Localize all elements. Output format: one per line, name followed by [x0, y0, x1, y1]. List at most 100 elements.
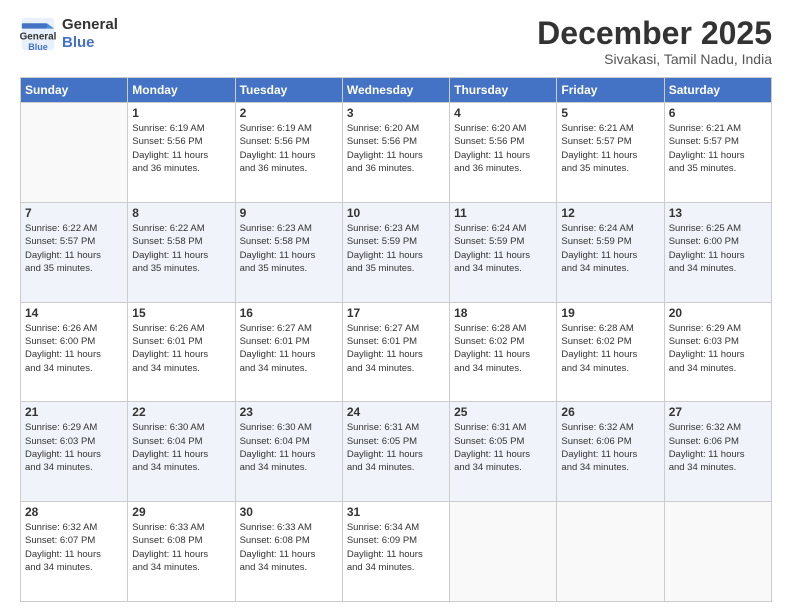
- day-info: Sunrise: 6:32 AMSunset: 6:06 PMDaylight:…: [669, 421, 767, 474]
- calendar-cell: 4Sunrise: 6:20 AMSunset: 5:56 PMDaylight…: [450, 103, 557, 203]
- day-info: Sunrise: 6:27 AMSunset: 6:01 PMDaylight:…: [347, 322, 445, 375]
- day-number: 31: [347, 505, 445, 519]
- day-number: 19: [561, 306, 659, 320]
- calendar-cell: 13 Sunrise: 6:25 AMSunset: 6:00 PMDayligh…: [664, 202, 771, 302]
- day-number: 29: [132, 505, 230, 519]
- calendar-cell: 23Sunrise: 6:30 AMSunset: 6:04 PMDayligh…: [235, 402, 342, 502]
- calendar-cell: 14 Sunrise: 6:26 AMSunset: 6:00 PMDayligh…: [21, 302, 128, 402]
- day-info: Sunrise: 6:23 AMSunset: 5:58 PMDaylight:…: [240, 222, 338, 275]
- day-info: Sunrise: 6:28 AMSunset: 6:02 PMDaylight:…: [561, 322, 659, 375]
- logo-line1: General: [62, 16, 118, 34]
- day-number: 27: [669, 405, 767, 419]
- calendar-cell: 21Sunrise: 6:29 AMSunset: 6:03 PMDayligh…: [21, 402, 128, 502]
- day-number: 21: [25, 405, 123, 419]
- day-info: Sunrise: 6:21 AMSunset: 5:57 PMDaylight:…: [561, 122, 659, 175]
- day-number: 24: [347, 405, 445, 419]
- calendar-header-row: SundayMondayTuesdayWednesdayThursdayFrid…: [21, 78, 772, 103]
- day-info: Sunrise: 6:24 AMSunset: 5:59 PMDaylight:…: [561, 222, 659, 275]
- day-number: 30: [240, 505, 338, 519]
- calendar-table: SundayMondayTuesdayWednesdayThursdayFrid…: [20, 77, 772, 602]
- calendar-header-monday: Monday: [128, 78, 235, 103]
- day-number: 2: [240, 106, 338, 120]
- calendar-week-row: 7Sunrise: 6:22 AMSunset: 5:57 PMDaylight…: [21, 202, 772, 302]
- day-info: Sunrise: 6:26 AMSunset: 6:00 PMDaylight:…: [25, 322, 123, 375]
- day-number: 12: [561, 206, 659, 220]
- day-number: 18: [454, 306, 552, 320]
- logo-icon: General Blue: [20, 16, 56, 52]
- calendar-cell: 30Sunrise: 6:33 AMSunset: 6:08 PMDayligh…: [235, 502, 342, 602]
- day-number: 25: [454, 405, 552, 419]
- calendar-cell: 1Sunrise: 6:19 AMSunset: 5:56 PMDaylight…: [128, 103, 235, 203]
- calendar-cell: 9Sunrise: 6:23 AMSunset: 5:58 PMDaylight…: [235, 202, 342, 302]
- svg-text:Blue: Blue: [28, 42, 48, 52]
- day-number: 17: [347, 306, 445, 320]
- calendar-cell: 11 Sunrise: 6:24 AMSunset: 5:59 PMDayligh…: [450, 202, 557, 302]
- calendar-header-wednesday: Wednesday: [342, 78, 449, 103]
- day-info: Sunrise: 6:21 AMSunset: 5:57 PMDaylight:…: [669, 122, 767, 175]
- page: General Blue General Blue December 2025 …: [0, 0, 792, 612]
- day-info: Sunrise: 6:34 AMSunset: 6:09 PMDaylight:…: [347, 521, 445, 574]
- day-number: 13: [669, 206, 767, 220]
- day-info: Sunrise: 6:24 AMSunset: 5:59 PMDaylight:…: [454, 222, 552, 275]
- calendar-cell: 10Sunrise: 6:23 AMSunset: 5:59 PMDayligh…: [342, 202, 449, 302]
- day-number: 23: [240, 405, 338, 419]
- day-number: 15: [132, 306, 230, 320]
- day-info: Sunrise: 6:31 AMSunset: 6:05 PMDaylight:…: [347, 421, 445, 474]
- calendar-cell: [21, 103, 128, 203]
- calendar-cell: 18 Sunrise: 6:28 AMSunset: 6:02 PMDayligh…: [450, 302, 557, 402]
- calendar-cell: 31 Sunrise: 6:34 AMSunset: 6:09 PMDayligh…: [342, 502, 449, 602]
- day-number: 28: [25, 505, 123, 519]
- calendar-cell: 15Sunrise: 6:26 AMSunset: 6:01 PMDayligh…: [128, 302, 235, 402]
- calendar-header-friday: Friday: [557, 78, 664, 103]
- day-number: 22: [132, 405, 230, 419]
- day-info: Sunrise: 6:30 AMSunset: 6:04 PMDaylight:…: [132, 421, 230, 474]
- day-number: 20: [669, 306, 767, 320]
- calendar-cell: 25Sunrise: 6:31 AMSunset: 6:05 PMDayligh…: [450, 402, 557, 502]
- day-info: Sunrise: 6:32 AMSunset: 6:06 PMDaylight:…: [561, 421, 659, 474]
- calendar-cell: 5Sunrise: 6:21 AMSunset: 5:57 PMDaylight…: [557, 103, 664, 203]
- day-info: Sunrise: 6:29 AMSunset: 6:03 PMDaylight:…: [669, 322, 767, 375]
- day-number: 6: [669, 106, 767, 120]
- calendar-header-saturday: Saturday: [664, 78, 771, 103]
- header: General Blue General Blue December 2025 …: [20, 16, 772, 67]
- day-number: 4: [454, 106, 552, 120]
- calendar-cell: 6 Sunrise: 6:21 AMSunset: 5:57 PMDaylight…: [664, 103, 771, 203]
- day-info: Sunrise: 6:27 AMSunset: 6:01 PMDaylight:…: [240, 322, 338, 375]
- calendar-cell: 17 Sunrise: 6:27 AMSunset: 6:01 PMDayligh…: [342, 302, 449, 402]
- calendar-week-row: 21Sunrise: 6:29 AMSunset: 6:03 PMDayligh…: [21, 402, 772, 502]
- day-number: 11: [454, 206, 552, 220]
- calendar-cell: [450, 502, 557, 602]
- day-info: Sunrise: 6:23 AMSunset: 5:59 PMDaylight:…: [347, 222, 445, 275]
- calendar-header-thursday: Thursday: [450, 78, 557, 103]
- calendar-cell: 24 Sunrise: 6:31 AMSunset: 6:05 PMDayligh…: [342, 402, 449, 502]
- calendar-week-row: 28 Sunrise: 6:32 AMSunset: 6:07 PMDayligh…: [21, 502, 772, 602]
- day-info: Sunrise: 6:32 AMSunset: 6:07 PMDaylight:…: [25, 521, 123, 574]
- calendar-cell: 16 Sunrise: 6:27 AMSunset: 6:01 PMDayligh…: [235, 302, 342, 402]
- calendar-cell: 22 Sunrise: 6:30 AMSunset: 6:04 PMDayligh…: [128, 402, 235, 502]
- day-info: Sunrise: 6:20 AMSunset: 5:56 PMDaylight:…: [347, 122, 445, 175]
- title-block: December 2025 Sivakasi, Tamil Nadu, Indi…: [537, 16, 772, 67]
- day-number: 1: [132, 106, 230, 120]
- day-info: Sunrise: 6:22 AMSunset: 5:58 PMDaylight:…: [132, 222, 230, 275]
- day-info: Sunrise: 6:28 AMSunset: 6:02 PMDaylight:…: [454, 322, 552, 375]
- logo: General Blue General Blue: [20, 16, 118, 52]
- logo-line2: Blue: [62, 34, 118, 52]
- calendar-cell: 8 Sunrise: 6:22 AMSunset: 5:58 PMDaylight…: [128, 202, 235, 302]
- calendar-cell: 29Sunrise: 6:33 AMSunset: 6:08 PMDayligh…: [128, 502, 235, 602]
- day-info: Sunrise: 6:25 AMSunset: 6:00 PMDaylight:…: [669, 222, 767, 275]
- calendar-cell: 26 Sunrise: 6:32 AMSunset: 6:06 PMDayligh…: [557, 402, 664, 502]
- calendar-cell: 20 Sunrise: 6:29 AMSunset: 6:03 PMDayligh…: [664, 302, 771, 402]
- calendar-header-tuesday: Tuesday: [235, 78, 342, 103]
- location: Sivakasi, Tamil Nadu, India: [537, 51, 772, 67]
- calendar-cell: 7Sunrise: 6:22 AMSunset: 5:57 PMDaylight…: [21, 202, 128, 302]
- day-number: 16: [240, 306, 338, 320]
- day-number: 26: [561, 405, 659, 419]
- day-number: 14: [25, 306, 123, 320]
- calendar-cell: [664, 502, 771, 602]
- day-number: 8: [132, 206, 230, 220]
- calendar-week-row: 1Sunrise: 6:19 AMSunset: 5:56 PMDaylight…: [21, 103, 772, 203]
- calendar-cell: 28 Sunrise: 6:32 AMSunset: 6:07 PMDayligh…: [21, 502, 128, 602]
- calendar-header-sunday: Sunday: [21, 78, 128, 103]
- calendar-cell: 27 Sunrise: 6:32 AMSunset: 6:06 PMDayligh…: [664, 402, 771, 502]
- month-title: December 2025: [537, 16, 772, 51]
